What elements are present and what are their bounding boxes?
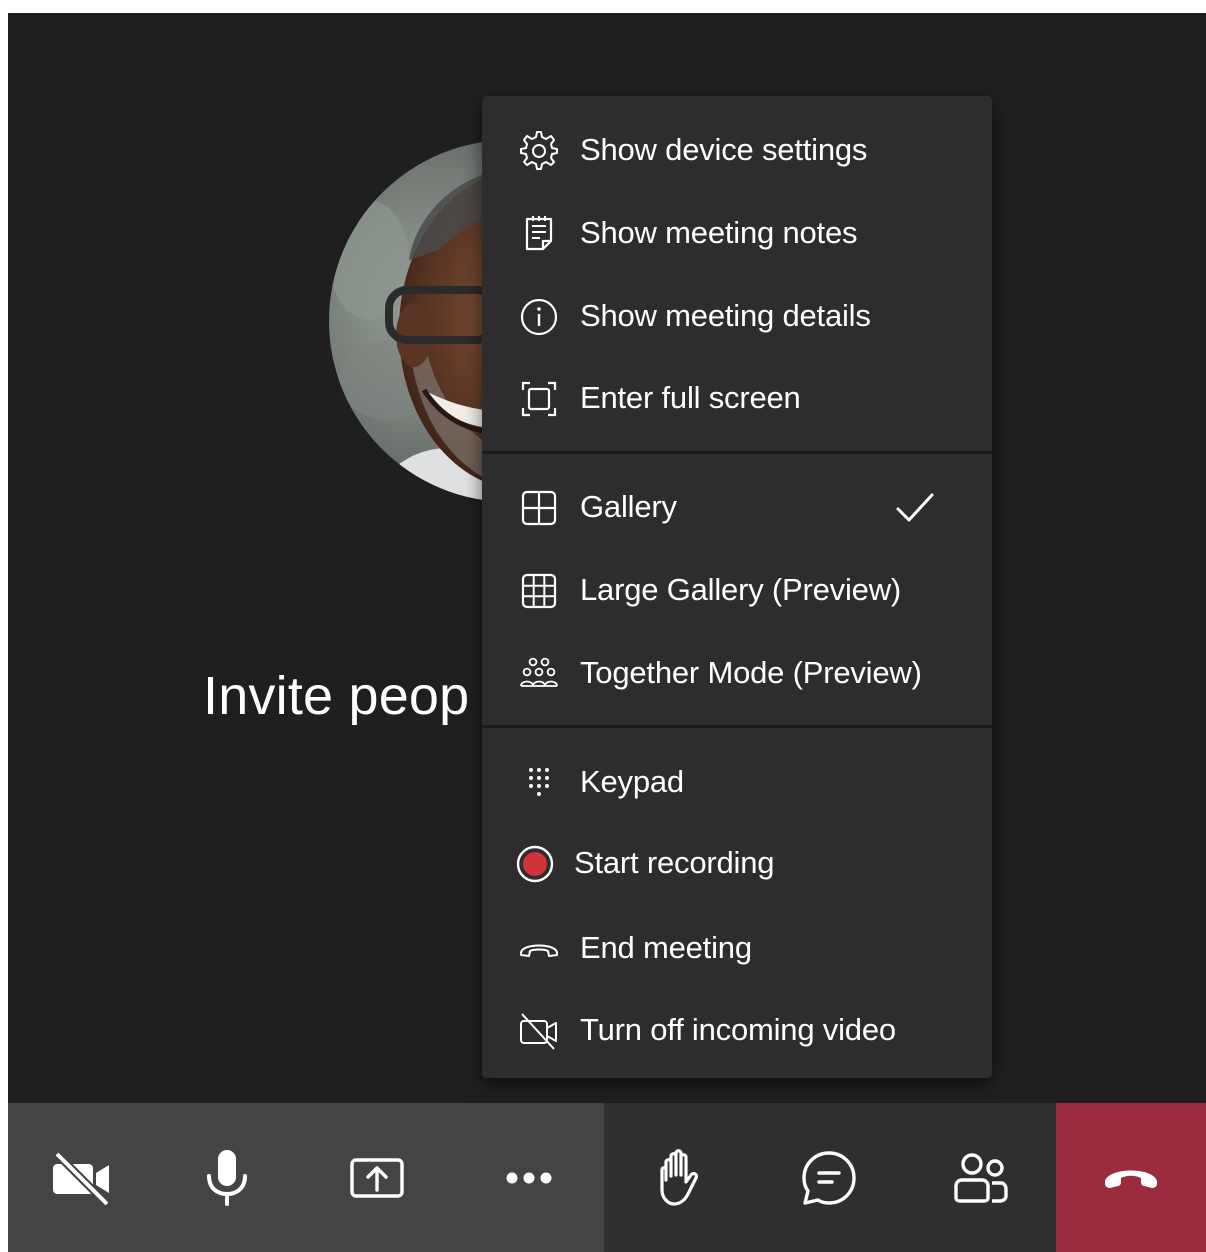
menu-item-label: Gallery — [580, 489, 677, 524]
invite-people-text: Invite peop — [203, 666, 470, 726]
keypad-icon — [518, 762, 560, 804]
menu-item-label: Together Mode (Preview) — [580, 655, 922, 690]
menu-item-turn-off-incoming-video[interactable]: Turn off incoming video — [482, 990, 992, 1070]
camera-off-icon — [53, 1150, 110, 1207]
menu-item-end-meeting[interactable]: End meeting — [482, 908, 992, 988]
participants-button[interactable] — [906, 1103, 1056, 1252]
more-actions-menu: Show device settings Show meeting notes — [482, 96, 992, 1078]
video-off-icon — [518, 1010, 560, 1052]
menu-divider — [482, 451, 992, 454]
more-actions-button[interactable] — [454, 1103, 604, 1252]
menu-item-label: Show meeting details — [580, 298, 871, 333]
chat-icon — [802, 1150, 856, 1205]
menu-item-start-recording[interactable]: Start recording — [482, 823, 992, 903]
fullscreen-icon — [518, 378, 560, 420]
raise-hand-button[interactable] — [604, 1103, 754, 1252]
more-actions-icon — [506, 1172, 552, 1183]
menu-item-label: Keypad — [580, 764, 684, 799]
notes-icon — [518, 213, 560, 255]
share-screen-icon — [350, 1157, 404, 1198]
hang-up-icon — [1105, 1170, 1157, 1188]
meeting-toolbar — [8, 1103, 1206, 1252]
microphone-icon — [207, 1149, 247, 1206]
together-mode-icon — [518, 653, 560, 695]
menu-item-label: Show device settings — [580, 132, 868, 167]
chat-button[interactable] — [754, 1103, 904, 1252]
participants-icon — [954, 1152, 1008, 1203]
menu-item-label: End meeting — [580, 930, 752, 965]
menu-item-label: Turn off incoming video — [580, 1012, 896, 1047]
end-meeting-icon — [518, 928, 560, 970]
menu-item-show-device-settings[interactable]: Show device settings — [482, 110, 992, 190]
gallery-icon — [518, 487, 560, 529]
menu-item-together-mode[interactable]: Together Mode (Preview) — [482, 633, 992, 713]
gear-icon — [518, 130, 560, 172]
menu-item-enter-full-screen[interactable]: Enter full screen — [482, 358, 992, 438]
info-icon — [518, 296, 560, 338]
share-screen-button[interactable] — [302, 1103, 452, 1252]
menu-item-show-meeting-notes[interactable]: Show meeting notes — [482, 193, 992, 273]
menu-item-label: Start recording — [574, 845, 775, 880]
menu-item-label: Show meeting notes — [580, 215, 858, 250]
menu-item-gallery[interactable]: Gallery — [482, 467, 992, 547]
camera-toggle-button[interactable] — [8, 1103, 158, 1252]
large-gallery-icon — [518, 570, 560, 612]
checkmark-icon — [896, 493, 934, 522]
raise-hand-icon — [660, 1148, 699, 1206]
menu-item-label: Enter full screen — [580, 380, 801, 415]
record-icon — [514, 843, 556, 885]
menu-item-show-meeting-details[interactable]: Show meeting details — [482, 276, 992, 356]
menu-item-keypad[interactable]: Keypad — [482, 742, 992, 822]
menu-item-label: Large Gallery (Preview) — [580, 572, 902, 607]
microphone-button[interactable] — [152, 1103, 302, 1252]
menu-item-large-gallery[interactable]: Large Gallery (Preview) — [482, 550, 992, 630]
menu-divider — [482, 725, 992, 728]
hang-up-button[interactable] — [1056, 1103, 1206, 1252]
